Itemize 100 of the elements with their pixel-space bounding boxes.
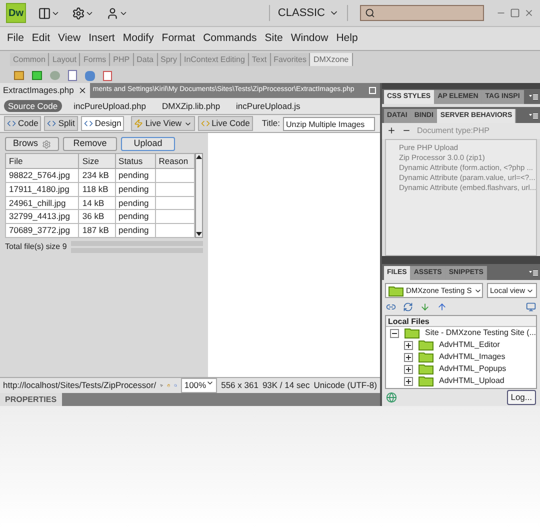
table-cell: pending [115, 224, 156, 238]
table-cell: 234 kB [78, 168, 116, 182]
view-button[interactable]: Split [44, 116, 78, 131]
insert-icon[interactable] [68, 70, 77, 81]
table-cell: 98822_5764.jpg [6, 168, 79, 182]
upload-button[interactable]: Brows [5, 137, 59, 151]
column-header[interactable]: File [6, 154, 79, 168]
search-field[interactable] [360, 5, 484, 21]
panel-menu-icon[interactable] [529, 94, 538, 100]
live-code-button[interactable]: Live Code [198, 116, 253, 131]
properties-tab[interactable]: PROPERTIES [0, 393, 62, 406]
restore-icon[interactable] [369, 87, 376, 94]
files-header: Local Files [386, 316, 536, 327]
panel-menu-icon[interactable] [529, 270, 538, 276]
code-icon [47, 119, 56, 128]
menu-item[interactable]: Site [260, 30, 287, 46]
menu-item[interactable]: Window [286, 30, 332, 46]
table-cell: 187 kB [78, 224, 116, 238]
tree-item[interactable]: AdvHTML_Upload [439, 375, 504, 387]
code-icon [7, 119, 16, 128]
tree-item[interactable]: AdvHTML_Editor [439, 339, 500, 351]
folder-icon [418, 351, 434, 363]
menu-item[interactable]: Modify [118, 30, 158, 46]
user-icon[interactable] [106, 6, 128, 20]
total-size-label: Total file(s) size 9 [5, 240, 67, 253]
menu-item[interactable]: Commands [199, 30, 261, 46]
title-field[interactable]: Unzip Multiple Images [282, 116, 375, 130]
column-header[interactable]: Status [115, 154, 156, 168]
tree-item[interactable]: AdvHTML_Images [439, 351, 506, 363]
folder-icon [418, 375, 434, 387]
upload-button[interactable]: Remove [63, 137, 117, 151]
related-file[interactable]: Source Code [4, 100, 62, 112]
related-file[interactable]: DMXZip.lib.php [158, 100, 224, 112]
tree-item[interactable]: Site - DMXzone Testing Site (... [425, 327, 536, 339]
view-button[interactable]: Code [4, 116, 42, 131]
search-icon [365, 8, 375, 18]
scroll-up-icon[interactable] [196, 155, 202, 159]
table-cell: pending [115, 196, 156, 210]
table-cell: 118 kB [78, 182, 116, 196]
expand-icon[interactable] [404, 364, 413, 374]
connect-icon[interactable] [386, 302, 396, 312]
code-icon [84, 119, 93, 128]
menu-item[interactable]: Format [158, 30, 200, 46]
globe-icon[interactable] [386, 392, 397, 403]
menu-item[interactable]: File [3, 30, 28, 46]
column-header[interactable]: Reason [155, 154, 194, 168]
expand-icon[interactable] [404, 352, 413, 362]
insert-tab[interactable]: DMXzone [310, 53, 353, 66]
workspace-dropdown[interactable]: CLASSIC [268, 4, 348, 22]
expand-icon[interactable] [404, 340, 413, 350]
table-cell: 32799_4413.jpg [6, 210, 79, 224]
related-file[interactable]: incPureUpload.php [70, 100, 150, 112]
column-header[interactable]: Size [78, 154, 116, 168]
folder-icon [388, 284, 404, 296]
app-logo: Dw [6, 3, 26, 23]
log-button[interactable]: Log... [506, 390, 536, 405]
view-button[interactable]: Design [80, 116, 124, 131]
lightning-icon [134, 119, 144, 128]
table-cell: 70689_3772.jpg [6, 224, 79, 238]
tree-item[interactable]: AdvHTML_Popups [439, 363, 506, 375]
zoom-dropdown[interactable]: 100% [181, 378, 218, 393]
upload-button[interactable]: Upload [121, 137, 175, 151]
table-cell: pending [115, 168, 156, 182]
title-label: Title: [262, 117, 280, 130]
dimensions-text: 556 x 361 [221, 379, 258, 392]
folder-icon [418, 339, 434, 351]
layout-icon[interactable] [38, 6, 60, 20]
table-cell: 24961_chill.jpg [6, 196, 79, 210]
table-cell: 17911_4180.jpg [6, 182, 79, 196]
expand-view-icon[interactable] [526, 302, 536, 312]
scrollbar[interactable] [195, 153, 203, 238]
put-icon[interactable] [437, 302, 447, 312]
table-cell: pending [115, 210, 156, 224]
encoding-text: Unicode (UTF-8) [314, 379, 377, 392]
table-cell: 14 kB [78, 196, 116, 210]
settings-icon[interactable] [72, 6, 94, 20]
refresh-icon[interactable] [403, 302, 413, 312]
folder-icon [418, 363, 434, 375]
live-view-button[interactable]: Live View [131, 116, 195, 131]
expand-icon[interactable] [404, 376, 413, 386]
close-icon[interactable] [78, 86, 87, 95]
table-cell: 36 kB [78, 210, 116, 224]
add-icon[interactable] [387, 126, 396, 136]
table-cell: pending [115, 182, 156, 196]
collapse-icon[interactable] [390, 328, 399, 338]
download-text: 93K / 14 sec [262, 379, 310, 392]
get-icon[interactable] [420, 302, 430, 312]
scroll-down-icon[interactable] [196, 232, 202, 236]
menu-item[interactable]: View [54, 30, 85, 46]
gear-icon [42, 140, 51, 148]
document-tab[interactable]: ExtractImages.php [0, 83, 90, 98]
menu-item[interactable]: Insert [84, 30, 119, 46]
maximize-icon[interactable] [510, 8, 520, 18]
menu-item[interactable]: Help [332, 30, 362, 46]
code-icon [200, 119, 210, 128]
document-type-label: Document type:PHP [417, 124, 490, 137]
menu-item[interactable]: Edit [28, 30, 54, 46]
related-file[interactable]: incPureUpload.js [232, 100, 304, 112]
url-text: http://localhost/Sites/Tests/ZipProcessor/ [3, 379, 156, 392]
panel-menu-icon[interactable] [529, 112, 538, 119]
